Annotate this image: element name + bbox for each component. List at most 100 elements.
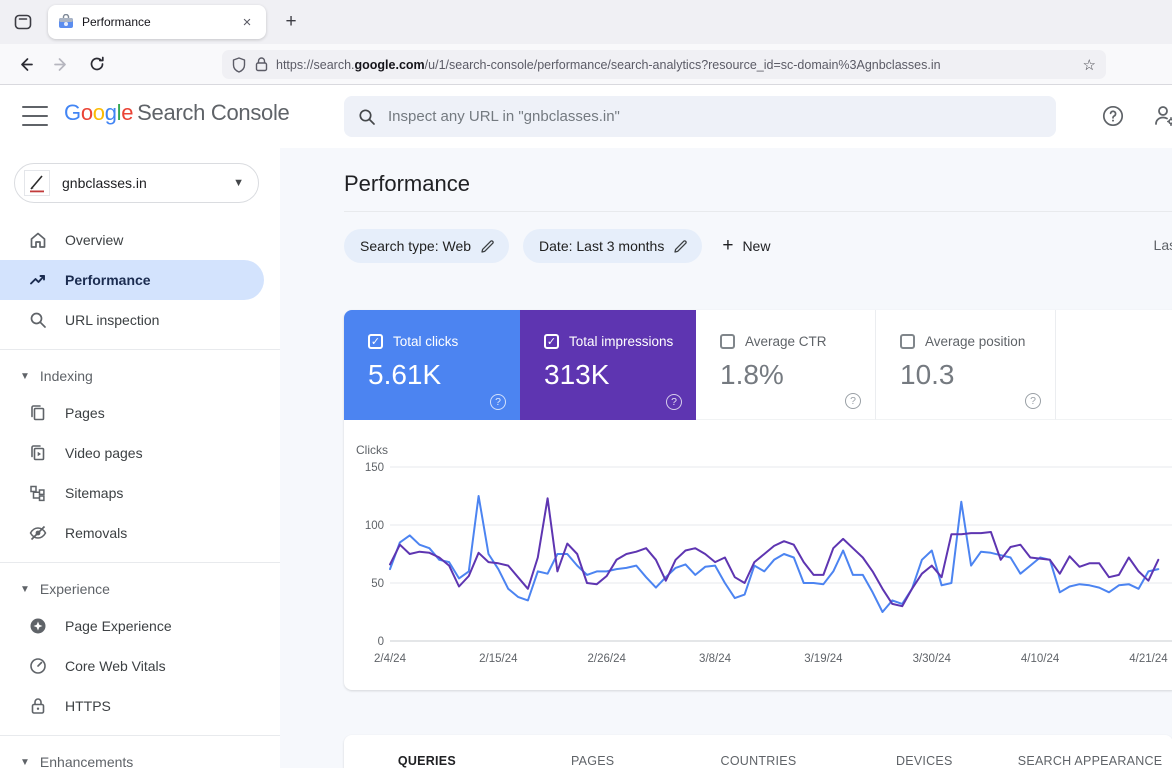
card-label: Average position <box>925 334 1025 349</box>
sidebar-item-page-experience[interactable]: Page Experience <box>0 606 280 646</box>
menu-icon[interactable] <box>22 106 48 126</box>
magnifier-icon <box>28 310 48 330</box>
sidebar-item-core-web-vitals[interactable]: Core Web Vitals <box>0 646 280 686</box>
browser-tab[interactable]: Performance × <box>48 5 266 39</box>
divider <box>0 562 280 563</box>
account-settings-icon[interactable] <box>1152 103 1172 129</box>
help-icon[interactable]: ? <box>845 393 861 409</box>
sidebar-item-label: Page Experience <box>65 618 172 634</box>
divider <box>0 349 280 350</box>
gauge-icon <box>28 656 48 676</box>
tab-search-appearance[interactable]: SEARCH APPEARANCE <box>1007 754 1172 768</box>
chevron-down-icon: ▼ <box>233 177 244 189</box>
collapse-arrow-icon: ▼ <box>20 757 30 768</box>
svg-text:2/4/24: 2/4/24 <box>374 653 407 665</box>
sidebar-item-label: Pages <box>65 405 105 421</box>
filter-chip-search-type[interactable]: Search type: Web <box>344 229 509 263</box>
checkbox-checked-icon[interactable]: ✓ <box>544 334 559 349</box>
divider <box>344 211 1172 212</box>
tab-close-icon[interactable]: × <box>236 11 258 33</box>
card-spacer <box>1056 310 1172 420</box>
performance-chart[interactable]: 050100150Clicks2/4/242/15/242/26/243/8/2… <box>344 435 1172 690</box>
plus-icon: + <box>722 235 733 257</box>
tab-countries[interactable]: COUNTRIES <box>676 754 842 768</box>
card-value: 1.8% <box>720 359 875 391</box>
card-average-ctr[interactable]: Average CTR 1.8% ? <box>696 310 876 420</box>
checkbox-checked-icon[interactable]: ✓ <box>368 334 383 349</box>
search-input[interactable] <box>388 108 1042 125</box>
sidebar-item-label: Sitemaps <box>65 485 123 501</box>
eye-off-icon <box>28 523 48 543</box>
sidebar-item-sitemaps[interactable]: Sitemaps <box>0 473 280 513</box>
sidebar-item-label: URL inspection <box>65 312 159 328</box>
svg-text:100: 100 <box>365 520 384 532</box>
sidebar-item-label: Removals <box>65 525 127 541</box>
performance-panel: ✓ Total clicks 5.61K ? ✓ Total impressio… <box>344 310 1172 690</box>
collapse-arrow-icon: ▼ <box>20 371 30 382</box>
reload-icon[interactable] <box>82 49 112 79</box>
card-total-impressions[interactable]: ✓ Total impressions 313K ? <box>520 310 696 420</box>
property-name: gnbclasses.in <box>62 175 233 191</box>
google-wordmark: Google <box>64 100 133 125</box>
tab-devices[interactable]: DEVICES <box>841 754 1007 768</box>
shield-icon[interactable] <box>232 57 246 73</box>
bookmark-star-icon[interactable]: ☆ <box>1083 56 1096 74</box>
section-experience[interactable]: ▼ Experience <box>0 572 280 606</box>
sidebar-item-https[interactable]: HTTPS <box>0 686 280 726</box>
card-value: 313K <box>544 359 696 391</box>
sidebar-item-removals[interactable]: Removals <box>0 513 280 553</box>
svg-text:150: 150 <box>365 462 384 474</box>
back-icon[interactable] <box>10 49 40 79</box>
collapse-arrow-icon: ▼ <box>20 584 30 595</box>
checkbox-unchecked-icon[interactable] <box>720 334 735 349</box>
browser-toolbar: https://search.google.com/u/1/search-con… <box>0 44 1172 85</box>
forward-icon[interactable] <box>46 49 76 79</box>
property-selector[interactable]: gnbclasses.in ▼ <box>14 163 259 203</box>
section-label: Indexing <box>40 368 93 384</box>
page-experience-icon <box>28 616 48 636</box>
url-inspect-searchbox[interactable] <box>344 96 1056 137</box>
gsc-logo[interactable]: GoogleSearch Console <box>64 100 290 126</box>
sidebar-item-pages[interactable]: Pages <box>0 393 280 433</box>
last-updated-text: Last <box>1154 237 1172 253</box>
svg-text:0: 0 <box>378 636 384 648</box>
filter-chip-date[interactable]: Date: Last 3 months <box>523 229 702 263</box>
sidebar-item-overview[interactable]: Overview <box>0 220 280 260</box>
card-average-position[interactable]: Average position 10.3 ? <box>876 310 1056 420</box>
main-content: Performance Search type: Web Date: Last … <box>280 148 1172 768</box>
sidebar-item-label: Video pages <box>65 445 143 461</box>
pencil-icon <box>673 239 688 254</box>
sidebar-item-url-inspection[interactable]: URL inspection <box>0 300 280 340</box>
pages-icon <box>28 403 48 423</box>
section-enhancements[interactable]: ▼ Enhancements <box>0 745 280 768</box>
help-icon[interactable] <box>1100 103 1126 129</box>
video-page-icon <box>28 443 48 463</box>
help-icon[interactable]: ? <box>490 394 506 410</box>
chip-label: Search type: Web <box>360 238 471 254</box>
sidebar-item-performance[interactable]: Performance <box>0 260 264 300</box>
help-icon[interactable]: ? <box>666 394 682 410</box>
pencil-icon <box>480 239 495 254</box>
card-value: 5.61K <box>368 359 520 391</box>
help-icon[interactable]: ? <box>1025 393 1041 409</box>
firefox-view-icon[interactable] <box>8 7 38 37</box>
sitemap-icon <box>28 483 48 503</box>
sidebar-item-video-pages[interactable]: Video pages <box>0 433 280 473</box>
new-tab-button[interactable]: + <box>278 9 304 35</box>
sidebar-item-label: Core Web Vitals <box>65 658 166 674</box>
tab-queries[interactable]: QUERIES <box>344 754 510 768</box>
chip-label: Date: Last 3 months <box>539 238 664 254</box>
checkbox-unchecked-icon[interactable] <box>900 334 915 349</box>
lock-icon[interactable] <box>255 57 268 72</box>
card-total-clicks[interactable]: ✓ Total clicks 5.61K ? <box>344 310 520 420</box>
svg-text:3/19/24: 3/19/24 <box>804 653 843 665</box>
url-bar[interactable]: https://search.google.com/u/1/search-con… <box>222 50 1106 79</box>
card-value: 10.3 <box>900 359 1055 391</box>
new-filter-button[interactable]: + New <box>722 235 770 257</box>
svg-text:4/21/24: 4/21/24 <box>1129 653 1168 665</box>
sidebar: gnbclasses.in ▼ Overview Performance URL… <box>0 148 280 768</box>
trending-up-icon <box>28 270 48 290</box>
section-indexing[interactable]: ▼ Indexing <box>0 359 280 393</box>
tab-pages[interactable]: PAGES <box>510 754 676 768</box>
card-label: Average CTR <box>745 334 827 349</box>
